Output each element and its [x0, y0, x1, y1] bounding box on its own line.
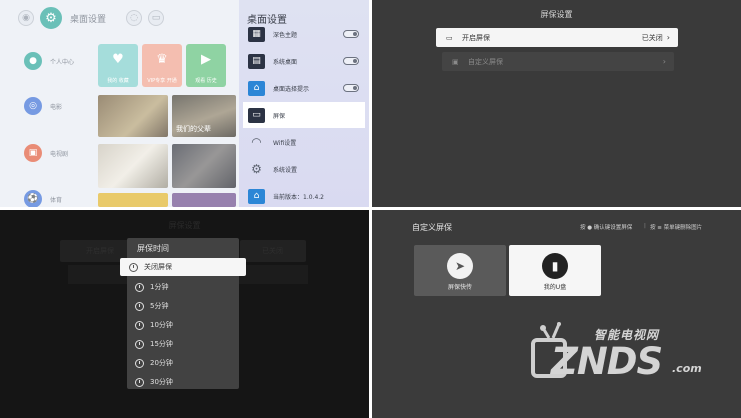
home-icon: ⌂	[248, 80, 265, 96]
desktop-settings-panel: 桌面设置 ▦ 深色主题 ▤ 系统桌面 ⌂ 桌面选择提示 ▭ 屏保 ◠ Wifi设…	[239, 0, 369, 207]
option-label: 20分钟	[150, 359, 173, 367]
image-icon: ▣	[452, 57, 459, 66]
screensaver-time-screen: 屏保设置 开启屏保 已关闭 屏保时间 关闭屏保 1分钟 5分钟 10分钟 15分…	[0, 210, 369, 418]
row-label: 开启屏保	[462, 33, 490, 42]
clock-icon	[135, 358, 144, 368]
option-label: 关闭屏保	[144, 263, 172, 271]
launcher-screen: ◉ ⚙ 桌面设置 ◌ ▭ ● 个人中心 ◎ 电影 ▣ 电视剧 ⚽ 体育 ♥ 我的…	[0, 0, 369, 207]
option-10min[interactable]: 10分钟	[135, 317, 173, 333]
monitor-icon: ▭	[446, 33, 453, 42]
chevron-right-icon: ›	[662, 57, 666, 66]
wifi-icon: ◠	[251, 135, 262, 149]
screensaver-quick-upload-card[interactable]: ➤ 屏保快传	[414, 245, 506, 296]
screensaver-icon: ▭	[248, 107, 265, 123]
background-title: 屏保设置	[168, 221, 201, 230]
desktop-icon: ▤	[248, 53, 265, 69]
page-title: 屏保设置	[540, 10, 573, 19]
screenshot-collage: ◉ ⚙ 桌面设置 ◌ ▭ ● 个人中心 ◎ 电影 ▣ 电视剧 ⚽ 体育 ♥ 我的…	[0, 0, 741, 418]
option-15min[interactable]: 15分钟	[135, 336, 173, 352]
menu-title: 屏保时间	[137, 244, 169, 253]
card-label: 屏保快传	[447, 284, 472, 291]
option-5min[interactable]: 5分钟	[135, 298, 168, 314]
enable-screensaver-row[interactable]: ▭ 开启屏保 已关闭 ›	[436, 28, 678, 47]
version-label: 当前版本：1.0.4.2	[273, 193, 324, 201]
paper-plane-icon: ➤	[447, 253, 473, 279]
chevron-right-icon: ›	[666, 33, 670, 42]
setting-label: 系统桌面	[273, 58, 298, 66]
screensaver-settings-screen: 屏保设置 ▭ 开启屏保 已关闭 › ▣ 自定义屏保 ›	[372, 0, 741, 207]
gear-icon: ⚙	[251, 162, 262, 176]
option-20min[interactable]: 20分钟	[135, 355, 173, 371]
custom-screensaver-row[interactable]: ▣ 自定义屏保 ›	[442, 52, 674, 71]
option-30min[interactable]: 30分钟	[135, 374, 173, 390]
setting-label: 深色主题	[273, 31, 298, 39]
setting-label: 屏保	[273, 112, 286, 120]
clock-icon	[129, 262, 138, 272]
setting-row-version: ⌂ 当前版本：1.0.4.2	[243, 183, 365, 207]
clock-icon	[135, 339, 144, 349]
menu-hint: 按 ≡ 菜单键删除图片	[650, 223, 702, 231]
setting-row-dark-theme[interactable]: ▦ 深色主题	[243, 21, 365, 47]
desktop-prompt-toggle[interactable]	[343, 84, 359, 92]
setting-row-desktop-prompt[interactable]: ⌂ 桌面选择提示	[243, 75, 365, 101]
setting-row-system-settings[interactable]: ⚙ 系统设置	[243, 156, 365, 182]
clock-icon	[135, 377, 144, 387]
hint-separator: |	[644, 223, 646, 229]
option-label: 30分钟	[150, 378, 173, 386]
znds-watermark: 智能电视网 ZNDS .com	[529, 318, 729, 388]
option-disable-screensaver[interactable]: 关闭屏保	[120, 258, 246, 276]
background-dim-overlay	[0, 0, 240, 207]
watermark-domain-text: .com	[672, 362, 702, 375]
home-icon: ⌂	[248, 188, 265, 204]
setting-label: 桌面选择提示	[273, 85, 310, 93]
option-label: 5分钟	[150, 302, 169, 310]
clock-icon	[135, 301, 144, 311]
setting-row-system-desktop[interactable]: ▤ 系统桌面	[243, 48, 365, 74]
confirm-hint-text: 按 ● 确认键设置屏保	[580, 225, 633, 231]
background-row-label: 开启屏保	[86, 247, 114, 255]
option-label: 1分钟	[150, 283, 169, 291]
row-value: 已关闭	[641, 33, 663, 42]
page-title: 自定义屏保	[412, 223, 452, 232]
usb-drive-icon: ▮	[542, 253, 568, 279]
confirm-hint: 按 ● 确认键设置屏保	[580, 223, 632, 231]
setting-row-screensaver[interactable]: ▭ 屏保	[243, 102, 365, 128]
option-label: 10分钟	[150, 321, 173, 329]
dark-theme-toggle[interactable]	[343, 30, 359, 38]
setting-label: Wifi设置	[273, 139, 297, 147]
theme-icon: ▦	[248, 26, 265, 42]
watermark-main-text: ZNDS	[551, 340, 663, 383]
option-label: 15分钟	[150, 340, 173, 348]
screensaver-time-menu: 屏保时间 关闭屏保 1分钟 5分钟 10分钟 15分钟 20分钟 30分钟	[120, 238, 246, 390]
option-1min[interactable]: 1分钟	[135, 279, 168, 295]
my-usb-drive-card[interactable]: ▮ 我的U盘	[509, 245, 601, 296]
clock-icon	[135, 320, 144, 330]
custom-screensaver-screen: 自定义屏保 按 ● 确认键设置屏保 | 按 ≡ 菜单键删除图片 ➤ 屏保快传 ▮…	[372, 210, 741, 418]
system-desktop-toggle[interactable]	[343, 57, 359, 65]
menu-hint-text: 按 ≡ 菜单键删除图片	[650, 225, 703, 231]
background-row-value: 已关闭	[262, 247, 283, 255]
setting-label: 系统设置	[273, 166, 298, 174]
setting-row-wifi[interactable]: ◠ Wifi设置	[243, 129, 365, 155]
row-label: 自定义屏保	[468, 57, 503, 66]
divider-horizontal	[0, 207, 741, 210]
clock-icon	[135, 282, 144, 292]
card-label: 我的U盘	[543, 284, 567, 291]
